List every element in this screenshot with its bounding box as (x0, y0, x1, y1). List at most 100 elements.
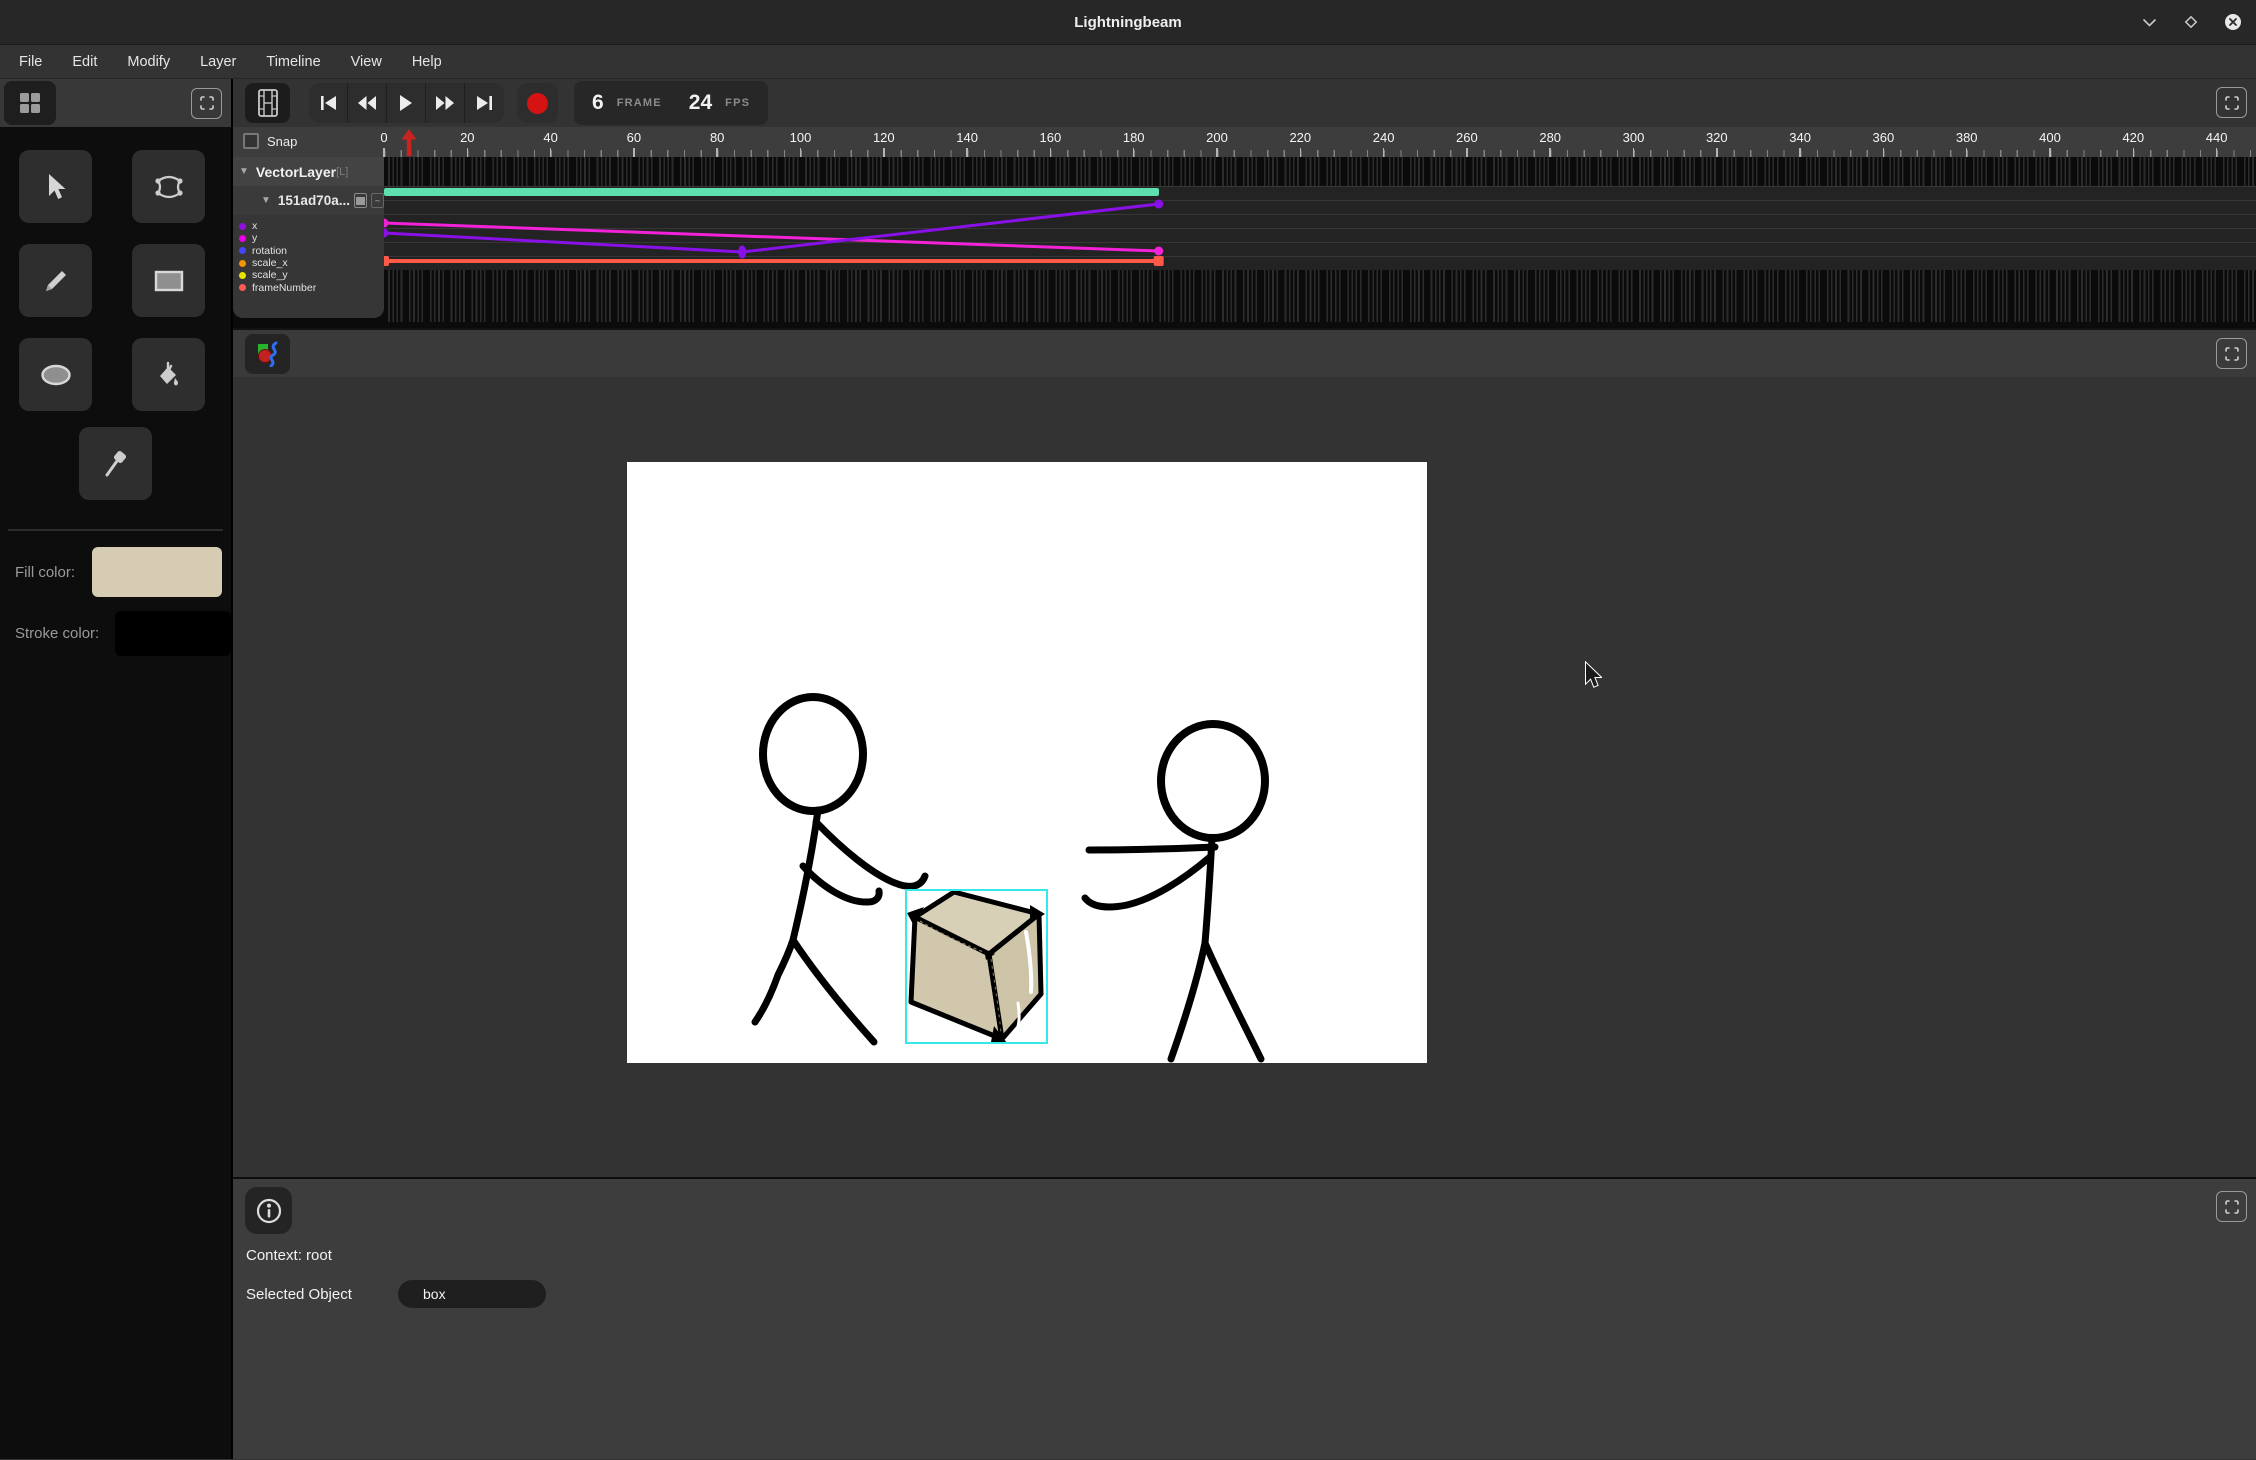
selected-object-field[interactable]: box (398, 1280, 546, 1308)
timeline-fullscreen-button[interactable] (2216, 87, 2247, 118)
menu-bar: FileEditModifyLayerTimelineViewHelp (0, 45, 2256, 79)
ruler-tick (1799, 148, 1801, 157)
ruler-minor-ticks (384, 150, 2256, 157)
record-button[interactable] (517, 83, 558, 123)
canvas-area[interactable] (233, 377, 2256, 1177)
timeline-ruler[interactable]: 0204060801001201401601802002202402602803… (233, 127, 2256, 157)
box-object[interactable] (907, 892, 1045, 1043)
fast-forward-icon (435, 96, 455, 110)
pencil-tool-button[interactable] (19, 244, 92, 317)
ruler-tick-label: 380 (1956, 130, 1978, 145)
play-button[interactable] (387, 83, 426, 123)
ruler-tick (1966, 148, 1968, 157)
property-name: x (252, 220, 257, 232)
ellipse-tool-button[interactable] (19, 338, 92, 411)
menu-layer[interactable]: Layer (187, 50, 249, 74)
info-button[interactable] (245, 1187, 292, 1234)
menu-view[interactable]: View (338, 50, 395, 74)
select-tool-button[interactable] (19, 150, 92, 223)
property-color-dot (239, 260, 246, 267)
sidebar-fullscreen-button[interactable] (191, 88, 222, 119)
layer-row-object[interactable]: ▼ 151ad70a... ~ (233, 186, 384, 215)
skip-to-end-button[interactable] (465, 83, 504, 123)
film-button[interactable] (245, 83, 290, 123)
layer-suffix: [L] (336, 166, 348, 178)
status-panel: Context: root Selected Object box (233, 1177, 2256, 1459)
snap-checkbox[interactable] (243, 133, 259, 149)
ruler-tick-label: 40 (543, 130, 557, 145)
keyframe-marker-x[interactable] (738, 246, 746, 259)
paint-bucket-tool-button[interactable] (132, 338, 205, 411)
keyframe-marker-x[interactable] (1154, 200, 1163, 209)
property-row-y[interactable]: y (233, 232, 384, 244)
property-row-scale_x[interactable]: scale_x (233, 257, 384, 269)
sidebar-header (0, 79, 231, 127)
property-row-rotation[interactable]: rotation (233, 245, 384, 257)
property-row-scale_y[interactable]: scale_y (233, 269, 384, 281)
fast-forward-button[interactable] (426, 83, 465, 123)
fill-color-swatch[interactable] (92, 547, 222, 597)
keyframe-marker-y[interactable] (1154, 247, 1163, 256)
skip-end-icon (476, 96, 493, 110)
property-name: scale_y (252, 269, 288, 281)
ruler-tick (1716, 148, 1718, 157)
menu-modify[interactable]: Modify (114, 50, 183, 74)
canvas-header (233, 330, 2256, 377)
ruler-tick (1466, 148, 1468, 157)
stroke-color-swatch[interactable] (115, 611, 231, 656)
rectangle-tool-button[interactable] (132, 244, 205, 317)
object-curve-mode-button[interactable]: ~ (371, 193, 384, 208)
frame-unit-label: FRAME (617, 97, 662, 109)
maximize-icon[interactable] (2182, 13, 2200, 31)
ruler-tick-label: 60 (627, 130, 641, 145)
shapes-button[interactable] (245, 334, 290, 374)
keyframe-marker-frameNumber[interactable] (1154, 256, 1164, 266)
ruler-tick-label: 20 (460, 130, 474, 145)
select-cursor-icon (43, 173, 69, 201)
expand-triangle-icon[interactable]: ▼ (239, 166, 249, 177)
timeline-panel: 6 FRAME 24 FPS 0204060801001201401601802… (233, 79, 2256, 328)
playhead-arrow-icon (401, 129, 417, 156)
fps-number: 24 (689, 91, 712, 115)
ruler-tick-label: 120 (873, 130, 895, 145)
layer-row-vectorlayer[interactable]: ▼ VectorLayer[L] (233, 157, 384, 186)
ruler-tick-label: 200 (1206, 130, 1228, 145)
menu-help[interactable]: Help (399, 50, 455, 74)
stick-figure-right[interactable] (1085, 724, 1265, 1059)
skip-to-start-button[interactable] (309, 83, 348, 123)
fullscreen-icon (200, 96, 214, 110)
property-color-dot (239, 284, 246, 291)
property-row-x[interactable]: x (233, 220, 384, 232)
ruler-tick (1050, 148, 1052, 157)
film-strip-icon (258, 89, 278, 117)
object-visibility-button[interactable] (354, 193, 367, 208)
timeline-tracks[interactable]: ▼ VectorLayer[L] ▼ 151ad70a... ~ xyrotat… (233, 157, 2256, 328)
skip-start-icon (320, 96, 337, 110)
transform-tool-button[interactable] (132, 150, 205, 223)
property-row-frameNumber[interactable]: frameNumber (233, 281, 384, 293)
minimize-icon[interactable] (2140, 13, 2158, 31)
status-fullscreen-button[interactable] (2216, 1191, 2247, 1222)
stage[interactable] (627, 462, 1427, 1063)
curve-y[interactable] (384, 223, 1159, 251)
fullscreen-icon (2225, 347, 2239, 361)
expand-triangle-icon[interactable]: ▼ (261, 195, 271, 206)
playhead[interactable] (401, 129, 417, 156)
ruler-tick (550, 148, 552, 157)
menu-timeline[interactable]: Timeline (253, 50, 333, 74)
stick-figure-left[interactable] (755, 697, 925, 1042)
eyedropper-tool-button[interactable] (79, 427, 152, 500)
ruler-tick (2216, 148, 2218, 157)
canvas-fullscreen-button[interactable] (2216, 338, 2247, 369)
rewind-button[interactable] (348, 83, 387, 123)
play-icon (399, 95, 413, 111)
property-color-dot (239, 247, 246, 254)
property-name: rotation (252, 245, 287, 257)
close-icon[interactable] (2224, 13, 2242, 31)
menu-edit[interactable]: Edit (59, 50, 110, 74)
object-layer-name: 151ad70a... (278, 193, 350, 208)
filled-square-icon (356, 197, 365, 205)
menu-file[interactable]: File (6, 50, 55, 74)
ruler-tick-label: 340 (1789, 130, 1811, 145)
grid-view-button[interactable] (4, 81, 56, 125)
